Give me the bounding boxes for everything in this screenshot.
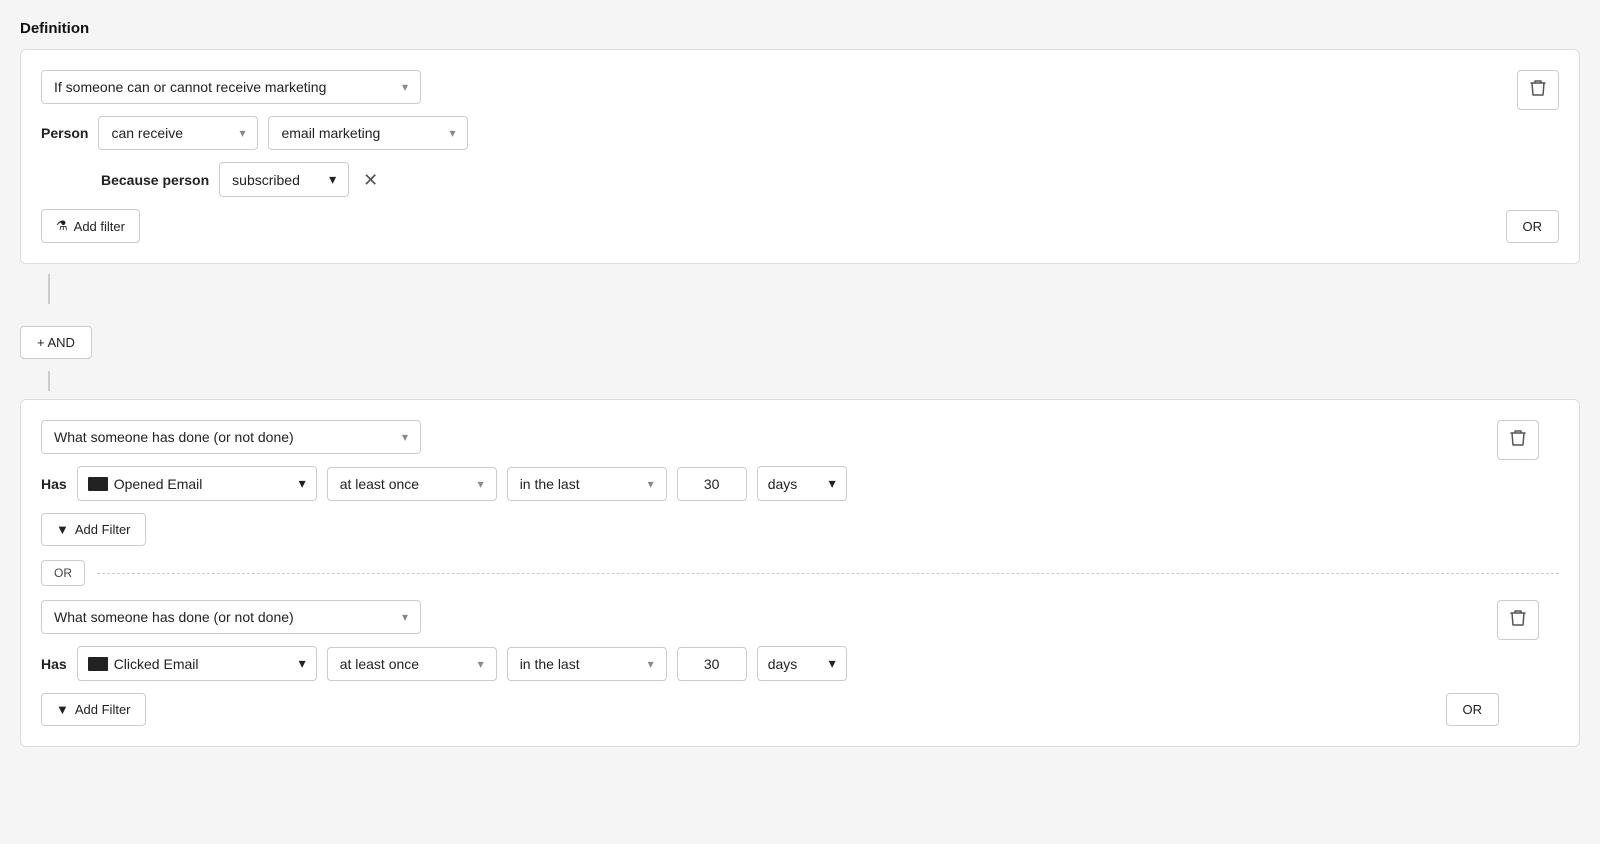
- opened-email-chevron: ▾: [299, 475, 306, 492]
- or-dashed-line: [97, 573, 1559, 574]
- email-marketing-chevron: ▾: [449, 126, 455, 140]
- section2-inner: What someone has done (or not done) ▾ Ha…: [41, 420, 1559, 546]
- days-chevron-1: ▾: [829, 475, 836, 492]
- section1-or-button[interactable]: OR: [1506, 210, 1560, 243]
- section3-add-filter-label: Add Filter: [75, 702, 131, 717]
- can-receive-dropdown[interactable]: can receive ▾: [98, 116, 258, 150]
- at-least-once-dropdown-2[interactable]: at least once ▾: [327, 647, 497, 681]
- section2-has-row: Has Opened Email ▾ at least once ▾ in th…: [41, 466, 1499, 501]
- sections-2-3-card: What someone has done (or not done) ▾ Ha…: [20, 399, 1580, 747]
- page-title: Definition: [20, 20, 1580, 37]
- in-the-last-chevron-2: ▾: [648, 657, 654, 671]
- at-least-once-chevron-2: ▾: [478, 657, 484, 671]
- condition-dropdown-label: If someone can or cannot receive marketi…: [54, 79, 326, 95]
- days-dropdown-2[interactable]: days ▾: [757, 646, 847, 681]
- days-dropdown-1[interactable]: days ▾: [757, 466, 847, 501]
- section2-condition-row: What someone has done (or not done) ▾: [41, 420, 1499, 454]
- subscribed-dropdown[interactable]: subscribed ▾: [219, 162, 349, 197]
- section2-condition-label: What someone has done (or not done): [54, 429, 294, 445]
- or-separator-label: OR: [41, 560, 85, 586]
- in-the-last-label-1: in the last: [520, 476, 580, 492]
- in-the-last-label-2: in the last: [520, 656, 580, 672]
- in-the-last-dropdown-2[interactable]: in the last ▾: [507, 647, 667, 681]
- because-row: Because person subscribed ▾ ✕: [101, 162, 1559, 197]
- person-row: Person can receive ▾ email marketing ▾: [41, 116, 1559, 150]
- at-least-once-label-1: at least once: [340, 476, 419, 492]
- and-button-label: + AND: [37, 335, 75, 350]
- section3-or-button[interactable]: OR: [1446, 693, 1500, 726]
- section2-has-label: Has: [41, 476, 67, 492]
- email-marketing-dropdown[interactable]: email marketing ▾: [268, 116, 468, 150]
- section3-condition-row: What someone has done (or not done) ▾: [41, 600, 1499, 634]
- section3-add-filter-button[interactable]: ▼ Add Filter: [41, 693, 146, 726]
- clicked-email-dropdown[interactable]: Clicked Email ▾: [77, 646, 317, 681]
- section3-bottom-row: ▼ Add Filter OR: [41, 693, 1499, 726]
- subscribed-label: subscribed: [232, 172, 300, 188]
- at-least-once-dropdown-1[interactable]: at least once ▾: [327, 467, 497, 501]
- filter-icon-2: ▼: [56, 522, 69, 537]
- email-flag-icon-2: [88, 657, 108, 671]
- section2-add-filter-button[interactable]: ▼ Add Filter: [41, 513, 146, 546]
- clicked-email-label: Clicked Email: [114, 656, 293, 672]
- section2-add-filter-row: ▼ Add Filter: [41, 513, 1499, 546]
- section3-condition-chevron: ▾: [402, 610, 408, 624]
- section2-add-filter-label: Add Filter: [75, 522, 131, 537]
- at-least-once-chevron-1: ▾: [478, 477, 484, 491]
- clicked-email-chevron: ▾: [299, 655, 306, 672]
- in-the-last-chevron-1: ▾: [648, 477, 654, 491]
- because-person-label: Because person: [101, 172, 209, 188]
- days-chevron-2: ▾: [829, 655, 836, 672]
- section3-number-input[interactable]: [677, 647, 747, 681]
- and-button[interactable]: + AND: [20, 326, 92, 359]
- add-filter-label: Add filter: [74, 219, 125, 234]
- section3-has-label: Has: [41, 656, 67, 672]
- filter-icon-3: ▼: [56, 702, 69, 717]
- remove-subscribed-button[interactable]: ✕: [359, 171, 382, 189]
- condition-row: If someone can or cannot receive marketi…: [41, 70, 1559, 104]
- opened-email-label: Opened Email: [114, 476, 293, 492]
- in-the-last-dropdown-1[interactable]: in the last ▾: [507, 467, 667, 501]
- days-label-2: days: [768, 656, 823, 672]
- condition-dropdown[interactable]: If someone can or cannot receive marketi…: [41, 70, 421, 104]
- or-separator: OR: [41, 560, 1559, 586]
- section3-has-row: Has Clicked Email ▾ at least once ▾ in t…: [41, 646, 1499, 681]
- email-flag-icon: [88, 477, 108, 491]
- section2-condition-dropdown[interactable]: What someone has done (or not done) ▾: [41, 420, 421, 454]
- section3-delete-button[interactable]: [1497, 600, 1539, 640]
- section3-condition-dropdown[interactable]: What someone has done (or not done) ▾: [41, 600, 421, 634]
- opened-email-dropdown[interactable]: Opened Email ▾: [77, 466, 317, 501]
- section1-card: If someone can or cannot receive marketi…: [20, 49, 1580, 264]
- at-least-once-label-2: at least once: [340, 656, 419, 672]
- section1-delete-button[interactable]: [1517, 70, 1559, 110]
- condition-dropdown-chevron: ▾: [402, 80, 408, 94]
- can-receive-chevron: ▾: [239, 126, 245, 140]
- section1-add-filter-button[interactable]: ⚗ Add filter: [41, 209, 140, 243]
- section3-inner: What someone has done (or not done) ▾ Ha…: [41, 600, 1559, 726]
- filter-icon: ⚗: [56, 218, 68, 234]
- section2-delete-button[interactable]: [1497, 420, 1539, 460]
- section3-condition-label: What someone has done (or not done): [54, 609, 294, 625]
- email-marketing-label: email marketing: [281, 125, 380, 141]
- can-receive-label: can receive: [111, 125, 183, 141]
- section2-condition-chevron: ▾: [402, 430, 408, 444]
- person-label: Person: [41, 125, 88, 141]
- days-label-1: days: [768, 476, 823, 492]
- section2-number-input[interactable]: [677, 467, 747, 501]
- subscribed-chevron: ▾: [329, 171, 336, 188]
